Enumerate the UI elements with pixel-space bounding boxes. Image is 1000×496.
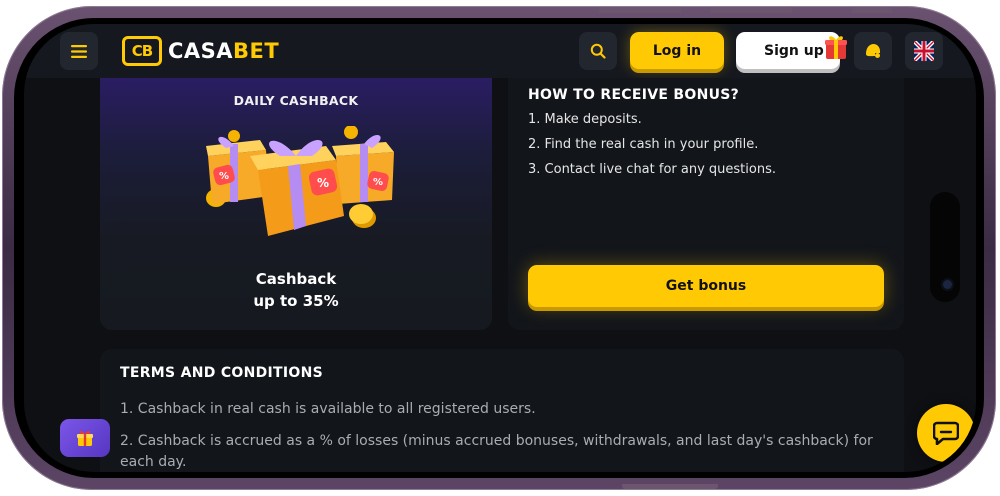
brand-name: CASABET [168,39,279,63]
search-icon [590,43,606,59]
search-button[interactable] [579,32,617,70]
menu-button[interactable] [60,32,98,70]
camera-lens-icon [943,280,952,289]
phone-camera-cutout [930,192,960,302]
terms-panel: TERMS AND CONDITIONS 1. Cashback in real… [100,349,904,472]
svg-text:%: % [219,171,229,182]
gift-icon [77,430,93,446]
promo-subtitle-line2: up to 35% [253,292,339,310]
gift-boxes-illustration: % % % [206,126,394,236]
app-screen: CB CASABET Log in Sign up DAILY CASHBACK… [24,24,976,472]
gift-floating-button[interactable] [60,419,110,457]
brand-name-suffix: BET [233,39,280,63]
terms-heading: TERMS AND CONDITIONS [120,365,324,381]
support-icon [866,44,880,58]
logo-mark: CB [122,36,162,66]
howto-heading: HOW TO RECEIVE BONUS? [528,87,740,103]
howto-step: 1. Make deposits. [528,112,642,127]
live-chat-button[interactable] [917,404,975,462]
login-button[interactable]: Log in [630,32,724,69]
terms-item: 2. Cashback is accrued as a % of losses … [120,433,873,470]
howto-step: 3. Contact live chat for any questions. [528,162,776,177]
phone-side-button [852,7,892,13]
promo-subtitle-line1: Cashback [255,270,337,288]
bonus-panel: HOW TO RECEIVE BONUS? 1. Make deposits. … [508,78,904,330]
menu-icon [71,44,87,58]
promo-title: DAILY CASHBACK [233,93,359,108]
phone-side-button [710,7,792,13]
phone-side-button [622,484,718,489]
header-bar: CB CASABET Log in Sign up [24,24,976,78]
svg-text:%: % [373,177,383,188]
terms-item: 1. Cashback in real cash is available to… [120,401,536,417]
support-button[interactable] [854,32,892,70]
promo-card: DAILY CASHBACK % % % Cashback up to 35% [100,78,492,330]
uk-flag-icon [914,41,934,61]
promo-subtitle: Cashback up to 35% [100,268,492,312]
get-bonus-button[interactable]: Get bonus [528,265,884,307]
gift-icon[interactable] [824,34,848,60]
brand-logo[interactable]: CB CASABET [122,35,279,67]
phone-side-button [599,7,681,13]
chat-icon [933,421,959,445]
howto-step: 2. Find the real cash in your profile. [528,137,759,152]
language-button[interactable] [905,32,943,70]
svg-text:%: % [317,176,329,190]
brand-name-prefix: CASA [168,39,234,63]
